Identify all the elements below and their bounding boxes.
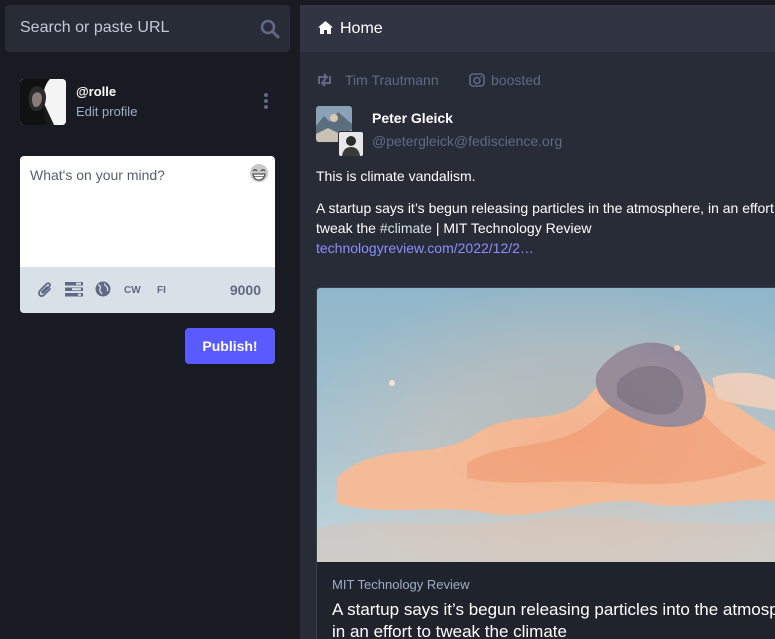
status-paragraph: A startup says it’s begun releasing part… [316, 198, 775, 258]
column-header[interactable]: Home [300, 5, 775, 52]
compose-textarea[interactable]: What's on your mind? [30, 167, 165, 183]
account-handle[interactable]: @rolle [76, 84, 116, 99]
search-icon[interactable] [260, 19, 280, 39]
card-title: A startup says it’s begun releasing part… [332, 599, 775, 639]
globe-visibility-icon[interactable] [95, 281, 111, 297]
compose-toolbar: CW FI 9000 [20, 267, 275, 313]
camera-emoji-icon [469, 73, 485, 87]
status-text: A startup says it’s begun releasing part… [316, 200, 775, 216]
publish-button[interactable]: Publish! [185, 328, 275, 364]
boost-icon [318, 73, 331, 87]
compose-form: What's on your mind? CW FI 9000 [20, 156, 275, 313]
card-title-line: in an effort to tweak the climate [332, 622, 567, 639]
content-warning-button[interactable]: CW [124, 285, 141, 296]
poll-icon[interactable] [65, 281, 83, 297]
status-text: tweak the [316, 220, 380, 236]
status-link[interactable]: technologyreview.com/2022/12/2… [316, 240, 534, 256]
fi-button[interactable]: FI [157, 285, 166, 296]
attach-media-icon[interactable] [37, 281, 53, 299]
column-title: Home [340, 20, 383, 37]
card-title-line: A startup says it’s begun releasing part… [332, 600, 775, 619]
home-column: Home Tim Trautmann boosted Peter Gleick … [300, 5, 775, 639]
home-icon [318, 21, 333, 34]
search-input[interactable]: Search or paste URL [20, 19, 169, 37]
account-panel: @rolle Edit profile [20, 79, 275, 125]
card-image [317, 288, 775, 562]
booster-avatar[interactable] [338, 131, 364, 157]
boosted-label: boosted [491, 72, 541, 88]
author-display-name[interactable]: Peter Gleick [372, 110, 453, 126]
search-bar[interactable]: Search or paste URL [5, 5, 290, 52]
character-counter: 9000 [229, 282, 261, 298]
avatar[interactable] [20, 79, 66, 125]
author-account[interactable]: @petergleick@fediscience.org [372, 133, 562, 149]
hashtag-link[interactable]: #climate [380, 220, 432, 236]
card-provider: MIT Technology Review [332, 577, 470, 592]
emoji-picker-icon[interactable] [249, 163, 269, 183]
status-paragraph: This is climate vandalism. [316, 168, 476, 184]
status-text: | MIT Technology Review [431, 220, 592, 236]
edit-profile-link[interactable]: Edit profile [76, 104, 137, 119]
more-options-icon[interactable] [263, 93, 269, 111]
status-content: This is climate vandalism. A startup say… [316, 166, 775, 258]
booster-name[interactable]: Tim Trautmann [345, 72, 439, 88]
link-preview-card[interactable]: MIT Technology Review A startup says it’… [316, 287, 775, 639]
